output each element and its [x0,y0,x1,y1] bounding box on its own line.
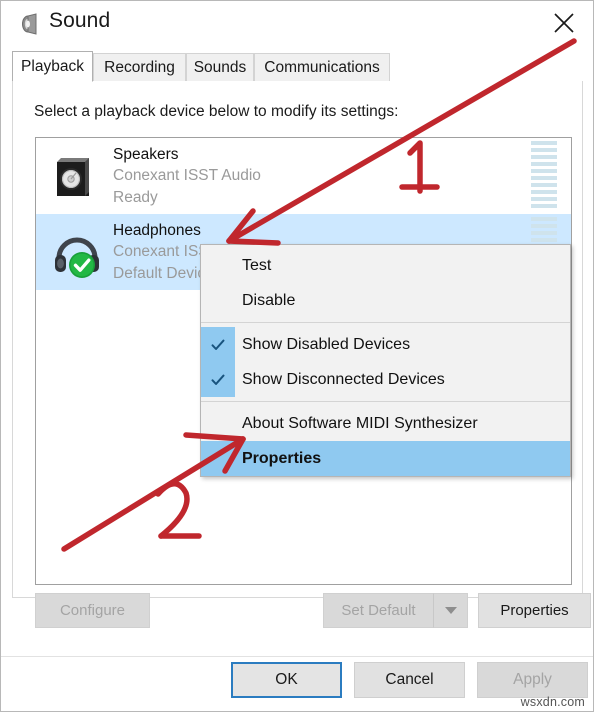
dialog-footer: OK Cancel Apply [1,662,593,711]
cancel-button[interactable]: Cancel [354,662,465,698]
tab-recording[interactable]: Recording [93,53,186,81]
tab-playback[interactable]: Playback [12,51,93,82]
set-default-button[interactable]: Set Default [323,593,433,628]
device-name: Speakers [113,146,179,164]
title-bar: Sound [1,1,593,48]
tab-sounds-label: Sounds [193,58,247,76]
menu-item-about-software-midi-synthesizer[interactable]: About Software MIDI Synthesizer [201,406,570,441]
apply-button-label: Apply [513,671,552,688]
device-name: Headphones [113,222,201,240]
tab-sounds[interactable]: Sounds [186,53,254,81]
menu-item-label: Show Disabled Devices [242,335,411,353]
menu-item-properties[interactable]: Properties [201,441,570,476]
menu-item-label: Show Disconnected Devices [242,370,445,388]
close-icon[interactable] [541,3,587,43]
panel-button-row: Configure Set Default Properties [35,593,591,633]
sound-dialog: Sound Playback Recording Sounds Communic… [0,0,594,712]
set-default-button-label: Set Default [341,602,416,619]
context-menu[interactable]: Test Disable Show Disabled Devices Show … [200,244,571,477]
watermark-text: wsxdn.com [520,695,585,709]
menu-item-label: Test [242,256,272,274]
list-item-speakers[interactable]: Speakers Conexant ISST Audio Ready [36,138,571,214]
cancel-button-label: Cancel [385,671,434,688]
tab-recording-label: Recording [104,58,175,76]
device-driver: Conexant ISST Audio [113,167,261,185]
headphones-icon [49,224,105,280]
tab-playback-label: Playback [21,57,84,75]
menu-item-test[interactable]: Test [201,248,570,283]
volume-meter-speakers [531,141,557,211]
tab-communications[interactable]: Communications [254,53,390,81]
menu-separator [201,322,570,323]
menu-item-show-disconnected-devices[interactable]: Show Disconnected Devices [201,362,570,397]
device-text-speakers: Speakers Conexant ISST Audio Ready [113,144,261,207]
tab-strip: Playback Recording Sounds Communications [12,51,583,82]
device-status: Ready [113,188,158,206]
menu-item-show-disabled-devices[interactable]: Show Disabled Devices [201,327,570,362]
menu-item-label: Disable [242,291,296,309]
menu-item-disable[interactable]: Disable [201,283,570,318]
tab-communications-label: Communications [264,58,380,76]
check-icon [201,362,235,397]
panel-hint-text: Select a playback device below to modify… [34,103,399,120]
page-title: Sound [49,9,111,32]
menu-item-label: About Software MIDI Synthesizer [242,414,478,432]
ok-button[interactable]: OK [231,662,342,698]
set-default-dropdown-button[interactable] [433,593,468,628]
configure-button-label: Configure [59,602,126,619]
chevron-down-icon [444,607,457,614]
footer-divider [1,656,593,657]
apply-button[interactable]: Apply [477,662,588,698]
check-icon [201,327,235,362]
properties-button-label: Properties [500,602,569,619]
speaker-icon [17,11,43,37]
properties-button[interactable]: Properties [478,593,591,628]
configure-button[interactable]: Configure [35,593,150,628]
speaker-box-icon [49,148,105,204]
menu-item-label: Properties [242,449,322,467]
ok-button-label: OK [275,671,298,688]
menu-separator [201,401,570,402]
